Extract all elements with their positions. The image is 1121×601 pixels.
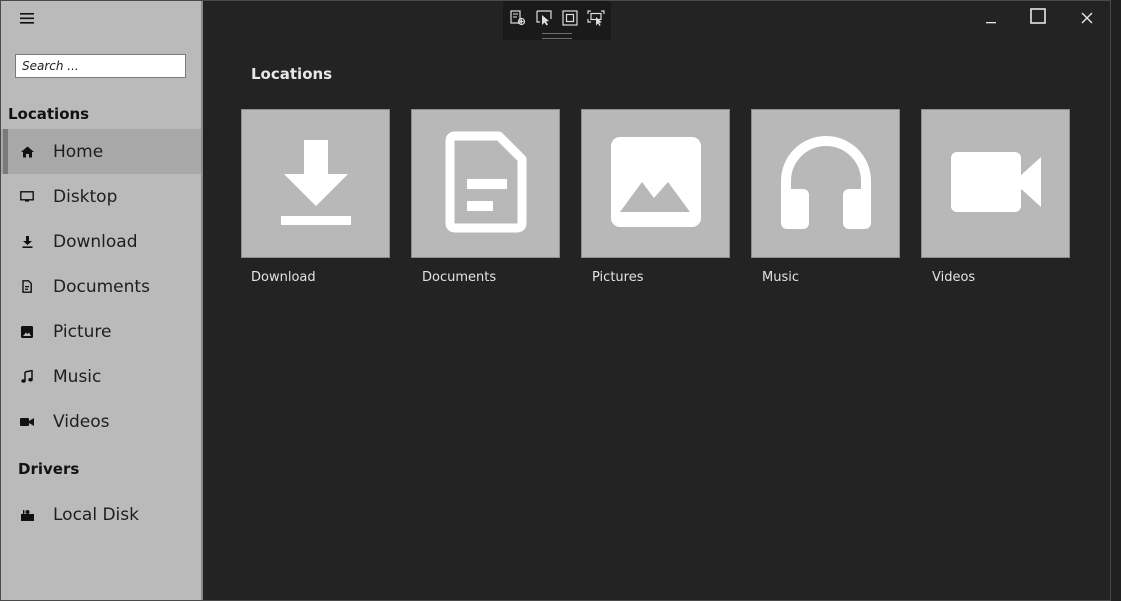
picture-icon bbox=[610, 136, 702, 232]
download-icon bbox=[280, 138, 352, 230]
sidebar-item-label: Music bbox=[53, 366, 102, 387]
track-focus-icon[interactable] bbox=[586, 8, 606, 28]
live-visual-tree-icon[interactable] bbox=[508, 8, 528, 28]
app-window: Locations Home Disktop Download bbox=[0, 0, 1111, 601]
maximize-button[interactable] bbox=[1023, 5, 1053, 31]
tile-pictures[interactable] bbox=[581, 109, 730, 258]
select-element-icon[interactable] bbox=[534, 8, 554, 28]
display-layout-adorners-icon[interactable] bbox=[560, 8, 580, 28]
toolbar-drag-grip[interactable] bbox=[542, 33, 572, 39]
close-button[interactable] bbox=[1072, 5, 1102, 31]
tile-videos[interactable] bbox=[921, 109, 1070, 258]
tile-label-music: Music bbox=[762, 270, 799, 285]
page-title: Locations bbox=[251, 65, 333, 83]
sidebar-item-label: Download bbox=[53, 231, 138, 252]
search-input[interactable] bbox=[15, 54, 186, 78]
music-note-icon bbox=[19, 369, 35, 385]
locations-heading: Locations bbox=[8, 105, 90, 123]
tile-label-documents: Documents bbox=[422, 270, 497, 285]
drivers-heading: Drivers bbox=[18, 460, 80, 478]
picture-icon bbox=[19, 324, 35, 340]
video-camera-icon bbox=[950, 151, 1042, 217]
document-icon bbox=[19, 279, 35, 295]
sidebar-item-label: Home bbox=[53, 141, 104, 162]
home-icon bbox=[19, 144, 35, 160]
document-icon bbox=[445, 131, 527, 237]
sidebar-item-label: Local Disk bbox=[53, 504, 139, 525]
disk-icon bbox=[19, 507, 35, 523]
download-icon bbox=[19, 234, 35, 250]
tile-download[interactable] bbox=[241, 109, 390, 258]
sidebar-item-label: Videos bbox=[53, 411, 110, 432]
minimize-icon bbox=[985, 9, 997, 28]
tile-label-pictures: Pictures bbox=[592, 270, 644, 285]
sidebar-item-documents[interactable]: Documents bbox=[1, 264, 201, 309]
monitor-icon bbox=[19, 189, 35, 205]
sidebar-item-label: Disktop bbox=[53, 186, 118, 207]
sidebar-item-label: Documents bbox=[53, 276, 150, 297]
sidebar-item-videos[interactable]: Videos bbox=[1, 399, 201, 444]
tile-label-videos: Videos bbox=[932, 270, 976, 285]
sidebar-item-desktop[interactable]: Disktop bbox=[1, 174, 201, 219]
minimize-button[interactable] bbox=[976, 5, 1006, 31]
sidebar-item-home[interactable]: Home bbox=[1, 129, 201, 174]
sidebar-item-download[interactable]: Download bbox=[1, 219, 201, 264]
sidebar-item-music[interactable]: Music bbox=[1, 354, 201, 399]
tile-label-download: Download bbox=[251, 270, 316, 285]
video-camera-icon bbox=[19, 414, 35, 430]
tile-music[interactable] bbox=[751, 109, 900, 258]
sidebar-item-picture[interactable]: Picture bbox=[1, 309, 201, 354]
headphones-icon bbox=[778, 133, 874, 235]
close-icon bbox=[1081, 9, 1093, 28]
sidebar-item-local-disk[interactable]: Local Disk bbox=[1, 492, 201, 537]
tile-documents[interactable] bbox=[411, 109, 560, 258]
locations-nav: Home Disktop Download Documents Picture … bbox=[1, 129, 201, 444]
devtools-toolbar bbox=[503, 1, 611, 40]
maximize-icon bbox=[1030, 8, 1046, 28]
sidebar: Locations Home Disktop Download bbox=[1, 1, 203, 600]
hamburger-menu-icon[interactable] bbox=[15, 9, 39, 27]
sidebar-item-label: Picture bbox=[53, 321, 112, 342]
